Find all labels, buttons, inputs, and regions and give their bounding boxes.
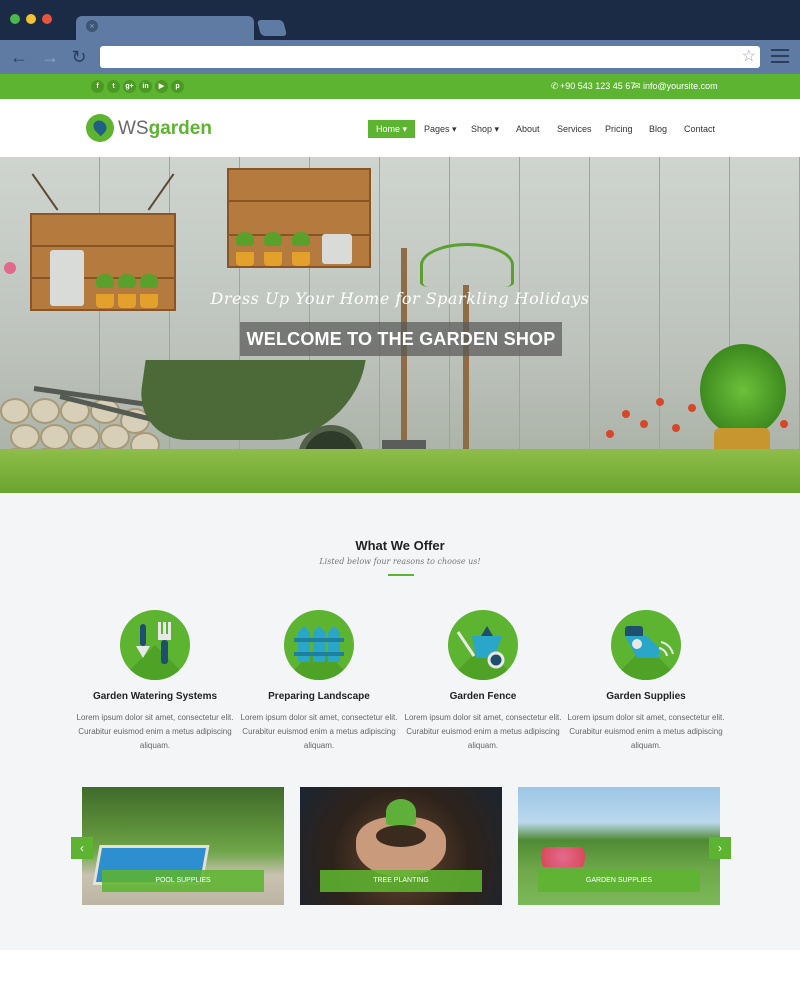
phone-number[interactable]: +90 543 123 45 67	[560, 81, 635, 92]
new-tab-button[interactable]	[256, 20, 288, 36]
logo-icon[interactable]	[86, 114, 114, 142]
flowers-image	[528, 847, 598, 867]
seedling-image	[386, 799, 416, 825]
grass	[0, 449, 800, 493]
feature-title: Garden Supplies	[606, 691, 686, 702]
twitter-icon[interactable]: t	[107, 80, 120, 93]
nav-home-label: Home	[376, 124, 401, 134]
soil-image	[376, 825, 426, 847]
window-maximize-button[interactable]	[10, 14, 20, 24]
nav-services[interactable]: Services	[557, 120, 592, 138]
gallery-label: GARDEN SUPPLIES	[538, 870, 700, 892]
logo-garden-text: garden	[148, 118, 212, 139]
section-title: What We Offer	[355, 538, 445, 553]
site-header: WSgarden Home ▾ Pages ▾ Shop ▾ About Ser…	[0, 99, 800, 157]
flower-pot	[292, 252, 310, 266]
feature-title: Garden Watering Systems	[92, 691, 218, 702]
flower	[640, 420, 648, 428]
carousel-prev-button[interactable]: ‹	[71, 837, 93, 859]
back-arrow-icon[interactable]: ←	[9, 47, 29, 67]
section-subtitle: Listed below four reasons to choose us!	[319, 557, 481, 566]
browser-titlebar: ×	[0, 0, 800, 40]
plant	[236, 232, 254, 246]
email-link[interactable]: info@yoursite.com	[643, 81, 718, 92]
rake	[420, 243, 514, 287]
top-contact-bar: f t g+ in ▶ p ✆ +90 543 123 45 67 ✉ info…	[0, 74, 800, 99]
nav-pricing[interactable]: Pricing	[605, 120, 633, 138]
bucket	[322, 234, 352, 264]
feature-text: Lorem ipsum dolor sit amet, consectetur …	[240, 713, 398, 750]
chevron-down-icon: ▾	[452, 124, 457, 134]
browser-tab[interactable]	[76, 16, 254, 40]
wheelbarrow-icon	[448, 610, 518, 680]
feature-title: Preparing Landscape	[268, 691, 370, 702]
plant	[264, 232, 282, 246]
rake-handle	[463, 285, 469, 470]
flower	[688, 404, 696, 412]
window-close-button[interactable]	[42, 14, 52, 24]
flower-pot	[264, 252, 282, 266]
plant	[140, 274, 158, 288]
chevron-down-icon: ▾	[494, 124, 500, 134]
tab-close-icon[interactable]: ×	[86, 20, 98, 32]
section-divider	[388, 574, 414, 576]
hero-title-box: WELCOME TO THE GARDEN SHOP	[240, 322, 562, 356]
nav-blog[interactable]: Blog	[649, 120, 667, 138]
nav-shop-label: Shop	[471, 124, 493, 134]
window-minimize-button[interactable]	[26, 14, 36, 24]
bookmark-star-icon[interactable]: ☆	[742, 47, 756, 67]
plant	[118, 274, 136, 288]
nav-about[interactable]: About	[516, 120, 540, 138]
facebook-icon[interactable]: f	[91, 80, 104, 93]
flower	[606, 430, 614, 438]
site-logo[interactable]: WSgarden	[118, 118, 212, 140]
fence-icon	[284, 610, 354, 680]
flower	[622, 410, 630, 418]
nav-pages-label: Pages	[424, 124, 450, 134]
hero-title: WELCOME TO THE GARDEN SHOP	[246, 329, 556, 349]
nav-shop[interactable]: Shop ▾	[471, 120, 499, 138]
feature-text: Lorem ipsum dolor sit amet, consectetur …	[76, 713, 234, 750]
feature-text: Lorem ipsum dolor sit amet, consectetur …	[404, 713, 562, 750]
pinterest-icon[interactable]: p	[171, 80, 184, 93]
potted-plant	[700, 344, 786, 436]
address-bar[interactable]: ☆	[100, 46, 760, 68]
hero-tagline: Dress Up Your Home for Sparkling Holiday…	[210, 289, 590, 308]
flower-pot	[236, 252, 254, 266]
reload-icon[interactable]: ↻	[69, 47, 89, 67]
chevron-down-icon: ▾	[402, 124, 408, 134]
gallery-item-tree-planting[interactable]: TREE PLANTING	[300, 787, 502, 905]
plant	[96, 274, 114, 288]
browser-menu-icon[interactable]	[771, 49, 789, 63]
carousel-next-button[interactable]: ›	[709, 837, 731, 859]
youtube-icon[interactable]: ▶	[155, 80, 168, 93]
flower	[656, 398, 664, 406]
fence-plank	[590, 157, 660, 493]
forward-arrow-icon[interactable]: →	[40, 47, 60, 67]
sprinkler-icon	[611, 610, 681, 680]
phone-icon: ✆	[551, 81, 559, 91]
nav-contact[interactable]: Contact	[684, 120, 715, 138]
logo-ws-text: WS	[118, 118, 149, 139]
flower	[4, 262, 16, 274]
gallery-item-garden-supplies[interactable]: GARDEN SUPPLIES	[518, 787, 720, 905]
nav-pages[interactable]: Pages ▾	[424, 120, 457, 138]
linkedin-icon[interactable]: in	[139, 80, 152, 93]
plant	[292, 232, 310, 246]
garden-tools-icon	[120, 610, 190, 680]
gallery-label: TREE PLANTING	[320, 870, 482, 892]
feature-text: Lorem ipsum dolor sit amet, consectetur …	[567, 713, 725, 750]
nav-home[interactable]: Home ▾	[368, 120, 416, 138]
google-plus-icon[interactable]: g+	[123, 80, 136, 93]
flower	[780, 420, 788, 428]
feature-title: Garden Fence	[449, 691, 517, 702]
gallery-label: POOL SUPPLIES	[102, 870, 264, 892]
mail-icon: ✉	[633, 81, 641, 91]
flower	[672, 424, 680, 432]
gallery-item-pool-supplies[interactable]: POOL SUPPLIES	[82, 787, 284, 905]
next-section	[0, 950, 800, 1000]
